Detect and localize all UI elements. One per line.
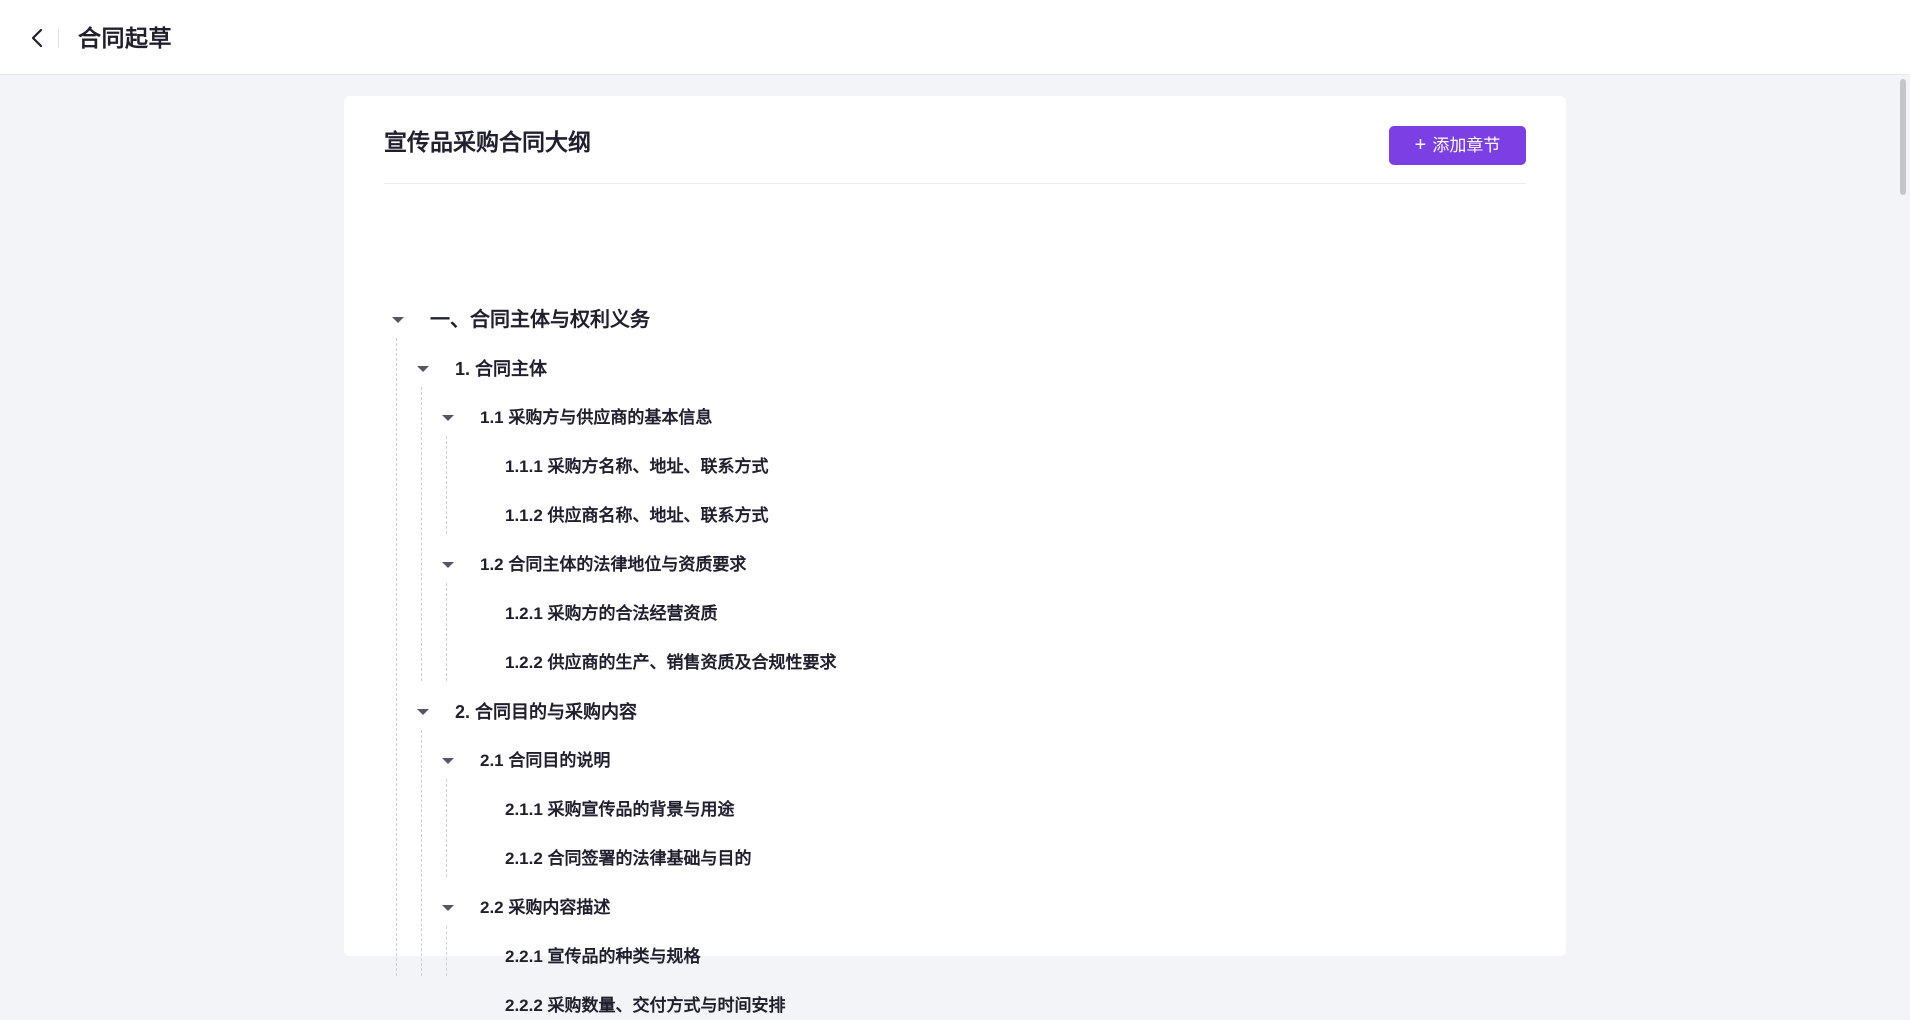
top-bar: 合同起草 [0, 0, 1910, 75]
caret-down-icon[interactable] [442, 415, 454, 421]
outline-node-label: 2.1.1 采购宣传品的背景与用途 [505, 800, 735, 819]
outline-node-level-0[interactable]: 一、合同主体与权利义务 [392, 306, 650, 334]
title-divider [58, 28, 59, 48]
scrollbar-thumb[interactable] [1900, 79, 1906, 195]
chevron-left-icon [31, 28, 43, 48]
outline-node-level-1[interactable]: 1. 合同主体 [417, 355, 547, 383]
outline-node-level-3[interactable]: 1.2.1 采购方的合法经营资质 [467, 600, 718, 628]
tree-guide-line [446, 779, 447, 877]
outline-node-level-3[interactable]: 2.2.1 宣传品的种类与规格 [467, 943, 701, 971]
outline-card: 宣传品采购合同大纲 + 添加章节 一、合同主体与权利义务 1. 合同主体 1.1 采购… [344, 96, 1566, 1015]
outline-node-label: 1. 合同主体 [455, 359, 548, 379]
outline-node-level-1[interactable]: 2. 合同目的与采购内容 [417, 698, 637, 726]
outline-node-label: 1.2.1 采购方的合法经营资质 [505, 604, 718, 623]
outline-node-level-3[interactable]: 1.1.2 供应商名称、地址、联系方式 [467, 502, 769, 530]
outline-tree: 一、合同主体与权利义务 1. 合同主体 1.1 采购方与供应商的基本信息 1.1.1 … [344, 96, 1566, 1015]
outline-node-level-2[interactable]: 1.2 合同主体的法律地位与资质要求 [442, 551, 746, 579]
tree-guide-line [446, 436, 447, 534]
outline-node-label: 2.1.2 合同签署的法律基础与目的 [505, 849, 752, 868]
outline-node-label: 2.2 采购内容描述 [480, 898, 611, 917]
tree-guide-line [421, 730, 422, 976]
outline-node-label: 2. 合同目的与采购内容 [455, 702, 638, 722]
outline-node-level-2[interactable]: 2.2 采购内容描述 [442, 894, 610, 922]
outline-node-label: 一、合同主体与权利义务 [430, 309, 650, 331]
outline-node-label: 1.1 采购方与供应商的基本信息 [480, 408, 713, 427]
outline-node-level-3[interactable]: 1.1.1 采购方名称、地址、联系方式 [467, 453, 769, 481]
outline-node-label: 2.2.1 宣传品的种类与规格 [505, 947, 701, 966]
outline-node-label: 1.1.1 采购方名称、地址、联系方式 [505, 457, 769, 476]
outline-node-level-2[interactable]: 1.1 采购方与供应商的基本信息 [442, 404, 712, 432]
outline-node-level-3[interactable]: 2.2.2 采购数量、交付方式与时间安排 [467, 992, 786, 1020]
outline-node-level-3[interactable]: 2.1.1 采购宣传品的背景与用途 [467, 796, 735, 824]
caret-down-icon[interactable] [392, 317, 404, 323]
page-title: 合同起草 [78, 25, 172, 51]
back-button[interactable] [22, 22, 54, 54]
caret-down-icon[interactable] [442, 562, 454, 568]
outline-node-level-3[interactable]: 1.2.2 供应商的生产、销售资质及合规性要求 [467, 649, 837, 677]
outline-node-label: 2.1 合同目的说明 [480, 751, 611, 770]
caret-down-icon[interactable] [442, 905, 454, 911]
caret-down-icon[interactable] [442, 758, 454, 764]
outline-node-level-3[interactable]: 2.1.2 合同签署的法律基础与目的 [467, 845, 752, 873]
tree-guide-line [421, 387, 422, 681]
outline-node-label: 2.2.2 采购数量、交付方式与时间安排 [505, 996, 786, 1015]
caret-down-icon[interactable] [417, 366, 429, 372]
outline-node-label: 1.1.2 供应商名称、地址、联系方式 [505, 506, 769, 525]
tree-guide-line [396, 338, 397, 976]
caret-down-icon[interactable] [417, 709, 429, 715]
outline-node-label: 1.2.2 供应商的生产、销售资质及合规性要求 [505, 653, 837, 672]
outline-node-label: 1.2 合同主体的法律地位与资质要求 [480, 555, 747, 574]
tree-guide-line [446, 583, 447, 681]
page-scrollbar[interactable] [1896, 75, 1910, 933]
tree-guide-line [446, 926, 447, 976]
outline-node-level-2[interactable]: 2.1 合同目的说明 [442, 747, 610, 775]
